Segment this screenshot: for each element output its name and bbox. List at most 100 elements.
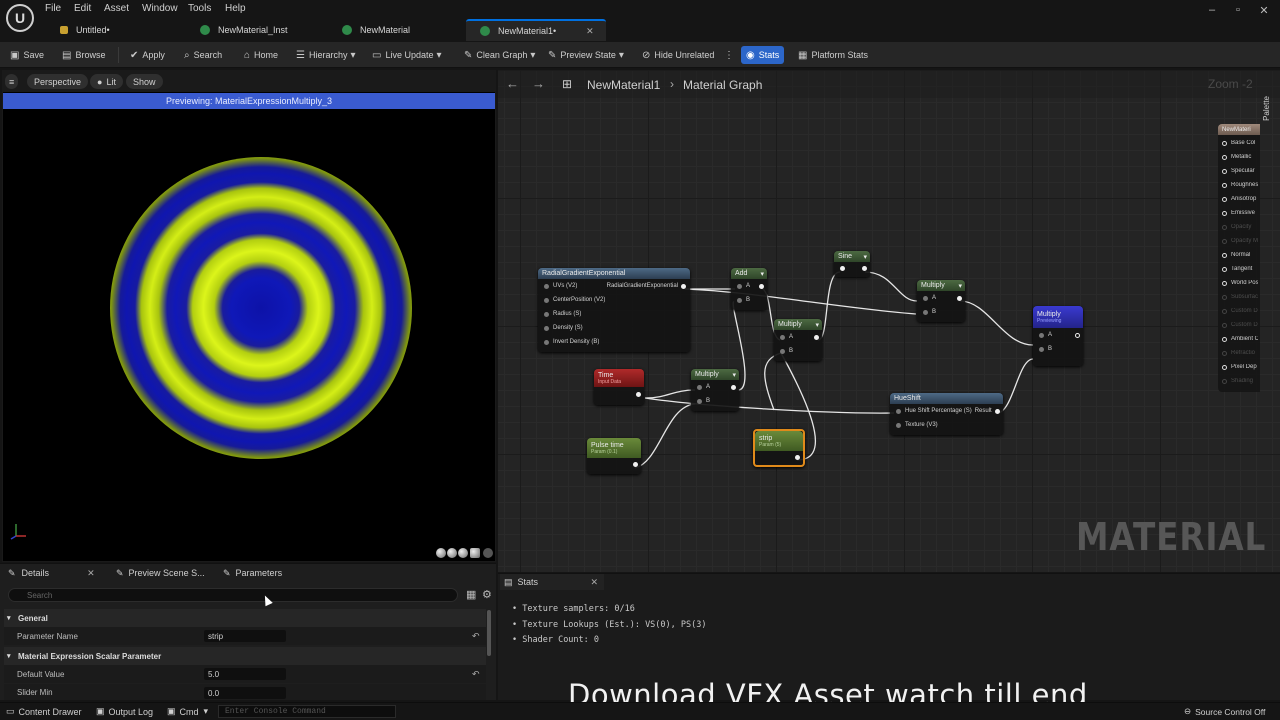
hierarchy-button[interactable]: ☰ Hierarchy ▾ [296,46,360,64]
result-pin[interactable]: Opacity M [1222,238,1258,244]
result-pin[interactable]: Specular [1222,168,1258,174]
tab-parameters[interactable]: ✎ Parameters [223,566,282,580]
details-scrollbar[interactable] [487,610,491,656]
pin-pulse-output[interactable] [587,458,641,470]
result-pin[interactable]: Ambient O [1222,336,1258,342]
pin-density[interactable]: Density (S) [538,321,690,335]
source-control-button[interactable]: ⊖ Source Control Off [1184,706,1265,717]
pin-b[interactable]: B [691,394,739,408]
pin-time-output[interactable] [594,387,644,401]
settings-gear-icon[interactable]: ⚙ [482,588,492,601]
perspective-button[interactable]: Perspective [27,74,89,89]
close-tab-icon[interactable]: ✕ [586,26,594,37]
hide-unrelated-button[interactable]: ⊘ Hide Unrelated [642,46,714,64]
palette-tab[interactable]: Palette [1262,96,1271,121]
pin-b[interactable]: B [774,344,822,358]
pin-hue-shift-percentage[interactable]: Hue Shift Percentage (S) Result [890,404,1003,418]
browse-button[interactable]: ▤ Browse [62,46,105,64]
tab-newmaterial1[interactable]: NewMaterial1• ✕ [466,19,606,41]
pin-a[interactable]: A [731,279,767,293]
node-time[interactable]: Time Input Data [594,369,644,405]
content-drawer-button[interactable]: ▭ Content Drawer [6,706,82,717]
show-button[interactable]: Show [126,74,163,89]
clean-graph-button[interactable]: ✎ Clean Graph ▾ [464,46,539,64]
cmd-dropdown[interactable]: ▣ Cmd ▾ [167,706,208,717]
live-update-button[interactable]: ▭ Live Update ▾ [372,46,446,64]
result-pin[interactable]: Metallic [1222,154,1258,160]
pin-a[interactable]: A [1033,328,1083,342]
pin-b[interactable]: B [917,305,965,319]
more-options-icon[interactable]: ⋮ [724,46,738,64]
result-pin[interactable]: Shading [1222,378,1258,384]
result-pin[interactable]: Roughnes [1222,182,1258,188]
preview-custom-mesh-icon[interactable] [483,548,493,558]
result-pin[interactable]: Refractio [1222,350,1258,356]
node-sine[interactable]: Sine ▾ [834,251,870,277]
node-pulse-time[interactable]: Pulse time Param (0.1) [587,438,641,474]
pin-sine-io[interactable] [834,262,870,274]
maximize-icon[interactable]: ▫ [1228,4,1248,16]
node-multiply-previewing[interactable]: Multiply Previewing A B [1033,306,1083,366]
close-window-icon[interactable]: ✕ [1254,4,1274,17]
tab-details[interactable]: ✎ Details ✕ [8,566,95,580]
menu-asset[interactable]: Asset [104,3,129,14]
viewport-menu-button[interactable]: ≡ [5,74,19,89]
menu-help[interactable]: Help [225,3,246,14]
result-pin[interactable]: Subsurfac [1222,294,1258,300]
table-view-icon[interactable]: ▦ [466,588,476,601]
pin-radius[interactable]: Radius (S) [538,307,690,321]
result-pin[interactable]: Normal [1222,252,1258,258]
result-pin[interactable]: World Pos [1222,280,1258,286]
result-pin[interactable]: Tangent [1222,266,1258,272]
unreal-logo-icon[interactable]: U [6,4,34,32]
tab-newmaterial[interactable]: NewMaterial [328,19,466,41]
node-multiply-3[interactable]: Multiply ▾ A B [691,369,739,411]
tab-untitled[interactable]: Untitled• [46,19,186,41]
pin-a[interactable]: A [774,330,822,344]
tab-stats[interactable]: ▤ Stats ✕ [500,574,604,590]
pin-a[interactable]: A [917,291,965,305]
close-tab-icon[interactable]: ✕ [590,577,598,588]
reset-arrow-icon[interactable]: ↶ [472,669,480,680]
menu-edit[interactable]: Edit [74,3,91,14]
preview-sphere-icon[interactable] [436,548,446,558]
node-add[interactable]: Add ▾ A B [731,268,767,310]
slider-min-field[interactable]: 0.0 [204,687,286,699]
node-multiply-2[interactable]: Multiply ▾ A B [774,319,822,361]
output-log-button[interactable]: ▣ Output Log [96,706,153,717]
home-button[interactable]: ⌂ Home [244,46,278,64]
node-strip-selected[interactable]: strip Param (5) [753,429,805,467]
menu-tools[interactable]: Tools [188,3,211,14]
back-arrow-icon[interactable]: ← [506,76,519,91]
preview-cylinder-icon[interactable] [447,548,457,558]
result-pin[interactable]: Custom Da [1222,322,1258,328]
close-tab-icon[interactable]: ✕ [87,568,95,579]
details-search-input[interactable]: Search [8,588,458,602]
pin-invert-density[interactable]: Invert Density (B) [538,335,690,349]
preview-state-button[interactable]: ✎ Preview State ▾ [548,46,628,64]
result-pin[interactable]: Emissive [1222,210,1258,216]
pin-strip-output[interactable] [755,451,803,463]
node-hueshift[interactable]: HueShift Hue Shift Percentage (S) Result … [890,393,1003,435]
pin-center-position[interactable]: CenterPosition (V2) [538,293,690,307]
minimize-icon[interactable]: – [1202,4,1222,16]
menu-window[interactable]: Window [142,3,178,14]
result-pin[interactable]: Base Col [1222,140,1258,146]
tab-newmaterial-inst[interactable]: NewMaterial_Inst [186,19,328,41]
breadcrumb-asset[interactable]: NewMaterial1 [587,78,660,92]
forward-arrow-icon[interactable]: → [532,76,545,91]
section-general[interactable]: ▾ General [4,609,486,627]
result-pin[interactable]: Opacity [1222,224,1258,230]
reset-arrow-icon[interactable]: ↶ [472,631,480,642]
apply-button[interactable]: ✔ Apply [130,46,165,64]
pin-radial-output[interactable]: RadialGradientExponential [607,279,686,293]
platform-stats-button[interactable]: ▦ Platform Stats [798,46,868,64]
save-button[interactable]: ▣ Save [10,46,44,64]
result-pin[interactable]: Custom Da [1222,308,1258,314]
breadcrumb-graph[interactable]: Material Graph [683,78,762,92]
preview-cube-icon[interactable] [470,548,480,558]
preview-plane-icon[interactable] [458,548,468,558]
node-radial-gradient[interactable]: RadialGradientExponential UVs (V2) Cente… [538,268,690,352]
parameter-name-field[interactable]: strip [204,630,286,642]
pin-b[interactable]: B [731,293,767,307]
